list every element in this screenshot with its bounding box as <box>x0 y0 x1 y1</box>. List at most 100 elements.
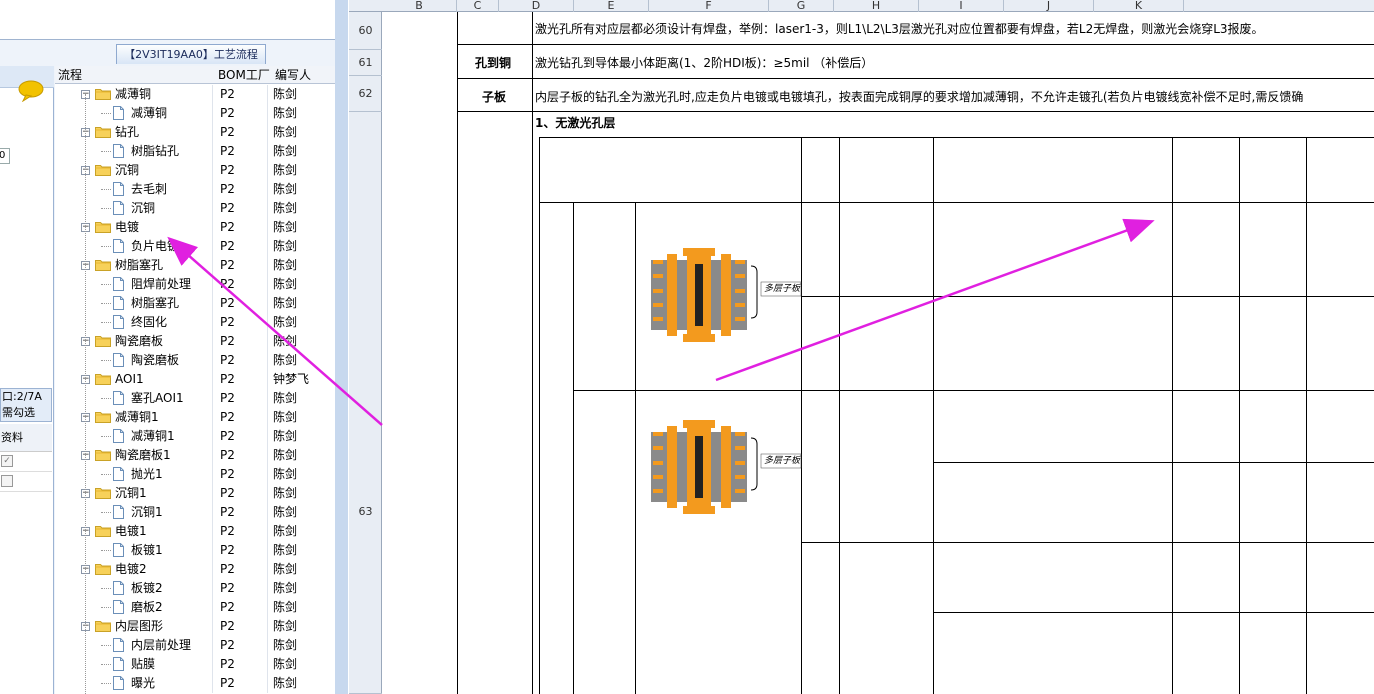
table-border <box>933 137 934 694</box>
tree-item-row[interactable]: 塞孔AOI1 P2 陈剑 <box>55 389 335 408</box>
bom-factory-value: P2 <box>220 543 235 557</box>
column-header-h[interactable]: H <box>834 0 919 12</box>
tree-folder-row[interactable]: − 电镀1 P2 陈剑 <box>55 522 335 541</box>
column-header-bar: BCDEFGHIJK <box>349 0 1374 12</box>
tree-folder-row[interactable]: − 内层图形 P2 陈剑 <box>55 617 335 636</box>
column-divider <box>267 142 268 161</box>
max-cu-cell <box>1174 234 1237 264</box>
column-header-b[interactable]: B <box>382 0 457 12</box>
author-value: 陈剑 <box>273 182 298 196</box>
tree-folder-row[interactable]: − 树脂塞孔 P2 陈剑 <box>55 256 335 275</box>
column-header-k[interactable]: K <box>1094 0 1184 12</box>
author-value: 陈剑 <box>273 315 298 329</box>
bom-factory-value: P2 <box>220 201 235 215</box>
column-divider <box>267 199 268 218</box>
checkbox[interactable] <box>1 475 13 487</box>
folder-icon <box>95 127 111 138</box>
author-value: 陈剑 <box>273 657 298 671</box>
tree-node-label: 负片电镀 <box>131 239 180 253</box>
tree-folder-row[interactable]: − 陶瓷磨板 P2 陈剑 <box>55 332 335 351</box>
code-cell <box>805 241 835 257</box>
column-divider <box>212 237 213 256</box>
bom-column-header[interactable]: BOM工厂 <box>218 66 270 84</box>
column-header-f[interactable]: F <box>649 0 769 12</box>
bom-factory-value: P2 <box>220 467 235 481</box>
tree-connector <box>101 683 111 684</box>
tree-item-row[interactable]: 磨板2 P2 陈剑 <box>55 598 335 617</box>
row-header-61[interactable]: 61 <box>349 50 382 76</box>
partial-label-1: 口:2/7A <box>2 390 42 403</box>
checkbox-checked[interactable]: ✓ <box>1 455 13 467</box>
tree-folder-row[interactable]: − 电镀2 P2 陈剑 <box>55 560 335 579</box>
border-line <box>457 44 1374 45</box>
bom-factory-value: P2 <box>220 619 235 633</box>
column-divider <box>267 541 268 560</box>
tree-item-row[interactable]: 树脂钻孔 P2 陈剑 <box>55 142 335 161</box>
document-icon <box>113 429 124 443</box>
column-divider <box>267 332 268 351</box>
column-divider <box>267 294 268 313</box>
tree-folder-row[interactable]: − 减薄铜 P2 陈剑 <box>55 85 335 104</box>
table-border <box>839 137 840 694</box>
tree-node-label: 曝光 <box>131 676 156 690</box>
tree-item-row[interactable]: 沉铜1 P2 陈剑 <box>55 503 335 522</box>
author-value: 陈剑 <box>273 676 298 690</box>
tree-folder-row[interactable]: − 电镀 P2 陈剑 <box>55 218 335 237</box>
tree-item-row[interactable]: 阻焊前处理 P2 陈剑 <box>55 275 335 294</box>
tree-node-label: 抛光1 <box>131 467 163 481</box>
tree-item-row[interactable]: 抛光1 P2 陈剑 <box>55 465 335 484</box>
tree-item-row[interactable]: 终固化 P2 陈剑 <box>55 313 335 332</box>
row-header-60[interactable]: 60 <box>349 12 382 50</box>
tree-node-label: 终固化 <box>131 315 168 329</box>
tree-node-label: 沉铜 <box>115 163 140 177</box>
author-column-header[interactable]: 编写人 <box>275 66 311 84</box>
max-cu-cell <box>1174 411 1237 441</box>
row62-label: 子板 <box>482 90 507 104</box>
tree-node-label: AOI1 <box>115 372 144 386</box>
column-divider <box>267 370 268 389</box>
tree-folder-row[interactable]: − AOI1 P2 钟梦飞 <box>55 370 335 389</box>
tree-item-row[interactable]: 内层前处理 P2 陈剑 <box>55 636 335 655</box>
tree-folder-row[interactable]: − 钻孔 P2 陈剑 <box>55 123 335 142</box>
chat-bubble-icon[interactable] <box>18 80 46 102</box>
group-label <box>549 367 565 447</box>
column-header-c[interactable]: C <box>457 0 499 12</box>
tree-item-row[interactable]: 沉铜 P2 陈剑 <box>55 199 335 218</box>
row-header-62[interactable]: 62 <box>349 76 382 112</box>
bom-factory-value: P2 <box>220 163 235 177</box>
tree-item-row[interactable]: 树脂塞孔 P2 陈剑 <box>55 294 335 313</box>
tree-item-row[interactable]: 贴膜 P2 陈剑 <box>55 655 335 674</box>
tree-item-row[interactable]: 减薄铜 P2 陈剑 <box>55 104 335 123</box>
tree-folder-row[interactable]: − 陶瓷磨板1 P2 陈剑 <box>55 446 335 465</box>
tree-item-row[interactable]: 板镀2 P2 陈剑 <box>55 579 335 598</box>
tree-item-row[interactable]: 去毛刺 P2 陈剑 <box>55 180 335 199</box>
tree-node-label: 内层前处理 <box>131 638 192 652</box>
column-header-i[interactable]: I <box>919 0 1004 12</box>
value-input[interactable]: 0 <box>0 148 10 164</box>
structure-2-label <box>578 478 634 526</box>
row-header-63[interactable]: 63 <box>349 112 382 694</box>
column-header-d[interactable]: D <box>499 0 574 12</box>
header-flow <box>941 161 1141 177</box>
partial-label-2: 需勾选 <box>2 406 35 419</box>
tree-item-row[interactable]: 减薄铜1 P2 陈剑 <box>55 427 335 446</box>
tree-folder-row[interactable]: − 减薄铜1 P2 陈剑 <box>55 408 335 427</box>
code-cell <box>805 458 835 474</box>
tree-connector <box>101 189 111 190</box>
column-header-j[interactable]: J <box>1004 0 1094 12</box>
tree-folder-row[interactable]: − 沉铜1 P2 陈剑 <box>55 484 335 503</box>
flow-column-header[interactable]: 流程 <box>58 66 82 84</box>
bom-factory-value: P2 <box>220 486 235 500</box>
column-divider <box>212 218 213 237</box>
bom-factory-value: P2 <box>220 410 235 424</box>
column-header-g[interactable]: G <box>769 0 834 12</box>
column-divider <box>212 294 213 313</box>
tree-folder-row[interactable]: − 沉铜 P2 陈剑 <box>55 161 335 180</box>
bom-factory-value: P2 <box>220 353 235 367</box>
column-header-e[interactable]: E <box>574 0 649 12</box>
column-divider <box>267 655 268 674</box>
tree-item-row[interactable]: 陶瓷磨板 P2 陈剑 <box>55 351 335 370</box>
tree-item-row[interactable]: 负片电镀 P2 陈剑 <box>55 237 335 256</box>
tree-item-row[interactable]: 曝光 P2 陈剑 <box>55 674 335 693</box>
tree-item-row[interactable]: 板镀1 P2 陈剑 <box>55 541 335 560</box>
